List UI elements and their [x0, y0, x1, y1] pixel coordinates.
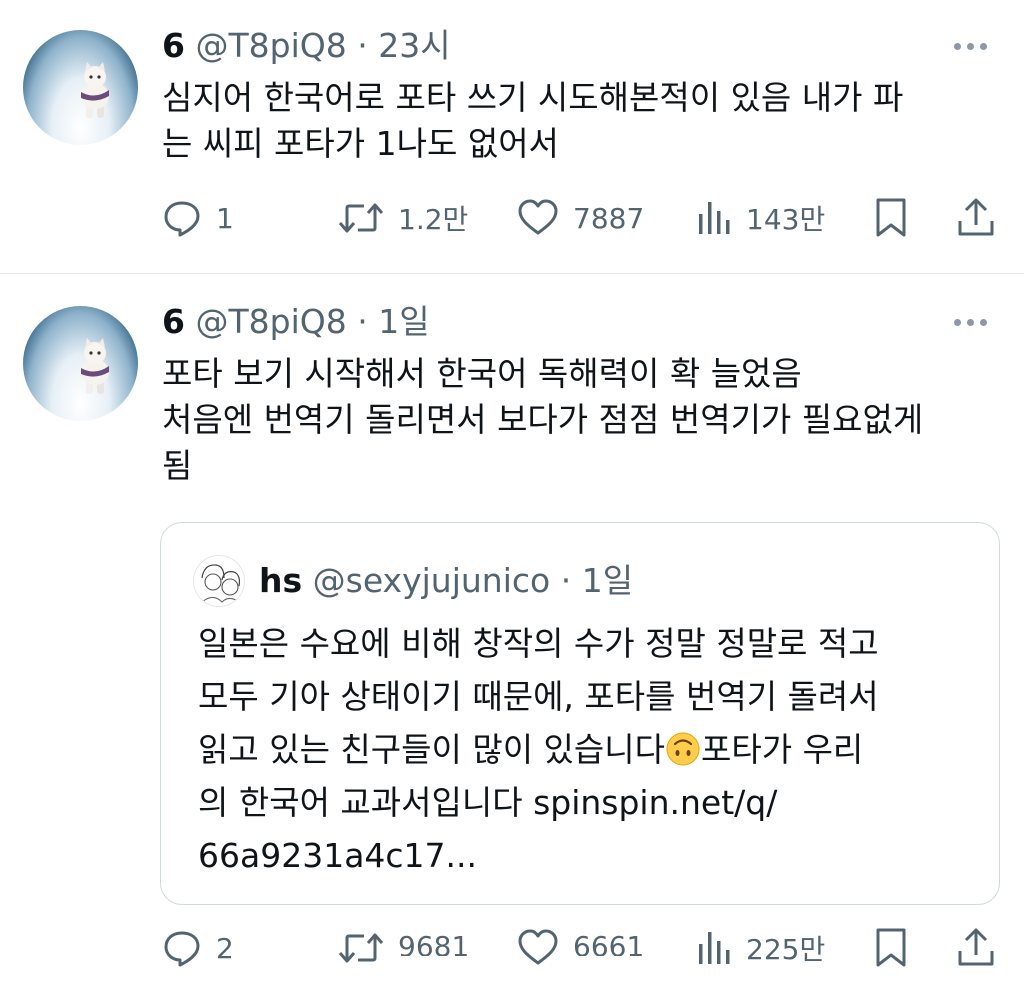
cat-figure-image	[81, 338, 109, 394]
tweet-text-line: 처음엔 번역기 돌리면서 보다가 점점 번역기가 필요없게	[162, 400, 924, 439]
quoted-text-line[interactable]: 의 한국어 교과서입니다 spinspin.net/q/	[198, 776, 988, 829]
action-bar: 2 9681 6661 225만	[0, 918, 1024, 978]
retweet-button[interactable]: 9681	[338, 918, 469, 978]
reply-count: 2	[216, 931, 234, 965]
author-avatar[interactable]	[23, 306, 138, 421]
share-upload-icon	[958, 928, 994, 966]
quoted-text-segment: 포타가 우리	[701, 730, 864, 769]
header-separator: ·	[357, 302, 368, 341]
tweet-time[interactable]: 1일	[378, 302, 429, 341]
retweet-arrows-icon	[338, 933, 384, 963]
views-button[interactable]: 225만	[696, 918, 825, 978]
tweet-text: 포타 보기 시작해서 한국어 독해력이 확 늘었음 처음엔 번역기 돌리면서 보…	[162, 351, 1002, 489]
quoted-text-line: 읽고 있는 친구들이 많이 있습니다 포타가 우리	[198, 723, 988, 776]
quoted-text-line[interactable]: 66a9231a4c17...	[198, 829, 988, 882]
author-name[interactable]: 6	[162, 302, 185, 341]
quoted-text-line: 일본은 수요에 비해 창작의 수가 정말 정말로 적고	[198, 624, 879, 663]
author-handle[interactable]: @T8piQ8	[195, 302, 346, 341]
quoted-author-name[interactable]: hs	[259, 561, 302, 600]
quoted-tweet[interactable]: hs @sexyjujunico · 1일 일본은 수요에 비해 창작의 수가 …	[160, 522, 1000, 905]
bookmark-icon	[876, 928, 906, 967]
share-button[interactable]	[956, 918, 996, 978]
reply-button[interactable]: 2	[162, 918, 234, 978]
sketch-portrait-image	[199, 564, 243, 605]
tweet[interactable]: 6 @T8piQ8 · 1일 포타 보기 시작해서 한국어 독해력이 확 늘었음…	[0, 0, 1024, 967]
tweet-text-line: 포타 보기 시작해서 한국어 독해력이 확 늘었음	[162, 354, 802, 393]
speech-bubble-icon	[164, 931, 200, 967]
upside-down-face-emoji-icon	[666, 732, 700, 766]
quoted-time: 1일	[581, 561, 634, 600]
more-options-icon[interactable]	[954, 312, 998, 332]
tweet-header: 6 @T8piQ8 · 1일	[162, 302, 430, 342]
header-separator: ·	[560, 561, 572, 600]
heart-icon	[518, 929, 558, 965]
quoted-author-handle[interactable]: @sexyjujunico	[313, 561, 551, 600]
retweet-count: 9681	[398, 930, 470, 956]
quoted-text-line: 모두 기아 상태이기 때문에, 포타를 번역기 돌려서	[198, 677, 879, 716]
quoted-text: 일본은 수요에 비해 창작의 수가 정말 정말로 적고 모두 기아 상태이기 때…	[198, 617, 988, 882]
quoted-text-segment: 읽고 있는 친구들이 많이 있습니다	[198, 730, 665, 769]
bookmark-button[interactable]	[874, 918, 908, 978]
bar-chart-icon	[699, 932, 730, 964]
like-button[interactable]: 6661	[517, 918, 644, 978]
quoted-author-avatar[interactable]	[193, 555, 245, 607]
tweet-text-line: 됨	[162, 446, 193, 485]
view-count: 225만	[746, 933, 826, 966]
like-count: 6661	[573, 930, 645, 956]
quoted-header: hs @sexyjujunico · 1일	[259, 561, 633, 601]
